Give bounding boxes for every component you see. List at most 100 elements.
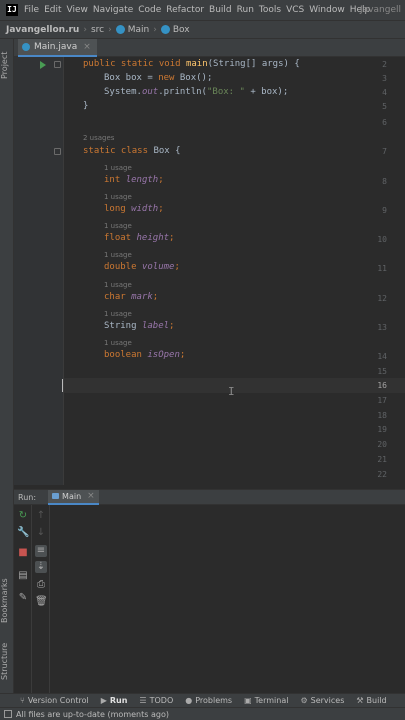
window-title: Javangell	[360, 5, 401, 15]
problems-button[interactable]: ● Problems	[185, 696, 232, 705]
code-line-box-new: Box box = new Box();	[104, 73, 213, 83]
line-number: 10	[377, 235, 387, 244]
text-caret	[62, 379, 63, 392]
run-button[interactable]: ▶ Run	[101, 696, 128, 705]
breadcrumb-separator: ›	[83, 24, 87, 35]
mouse-ibeam-cursor-icon: I	[228, 385, 235, 398]
code-editor[interactable]: 2 3 4 5 6 7 8 9 10 11 12 13 14 15 16 17 …	[14, 57, 405, 485]
fold-icon[interactable]	[54, 148, 61, 155]
stop-icon[interactable]: ■	[17, 547, 29, 559]
menu-window[interactable]: Window	[309, 5, 345, 15]
menu-vcs[interactable]: VCS	[286, 5, 304, 15]
line-number: 16	[377, 381, 387, 390]
rerun-icon[interactable]: ↻	[17, 510, 29, 522]
code-line-field-isopen: boolean isOpen;	[104, 350, 186, 360]
services-label: Services	[310, 696, 345, 705]
usages-hint[interactable]: 1 usage	[104, 310, 132, 318]
code-line-close-main: }	[83, 101, 89, 111]
menu-bar: IJ File Edit View Navigate Code Refactor…	[0, 0, 405, 20]
editor-gutter[interactable]	[14, 57, 64, 485]
tab-main-java[interactable]: Main.java ×	[18, 39, 97, 57]
menu-run[interactable]: Run	[237, 5, 254, 15]
line-number: 21	[377, 455, 387, 464]
line-number: 15	[377, 367, 387, 376]
editor-tabs: Main.java ×	[14, 39, 405, 57]
line-number: 19	[377, 425, 387, 434]
build-label: Build	[366, 696, 387, 705]
close-icon[interactable]: ×	[87, 491, 95, 501]
print-icon[interactable]: ⎙	[35, 579, 47, 591]
down-arrow-icon[interactable]: ↓	[35, 527, 47, 539]
trash-icon[interactable]: 🗑	[35, 596, 48, 608]
branch-icon: ⑂	[20, 696, 25, 705]
breadcrumb-project[interactable]: Javangellon.ru	[6, 25, 79, 35]
usages-hint[interactable]: 1 usage	[104, 251, 132, 259]
terminal-icon: ▣	[244, 696, 252, 705]
breadcrumb-main[interactable]: Main	[115, 25, 149, 35]
up-arrow-icon[interactable]: ↑	[35, 510, 47, 522]
run-toolbar-secondary: ↑ ↓ ≡ ⇣ ⎙ 🗑	[32, 505, 50, 693]
run-gutter-icon[interactable]	[40, 61, 46, 69]
bookmarks-tool-tab[interactable]: Bookmarks	[0, 575, 14, 627]
fold-icon[interactable]	[54, 61, 61, 68]
status-bar: All files are up-to-date (moments ago)	[0, 707, 405, 720]
code-line-field-width: long width;	[104, 204, 164, 214]
tool-window-bar: ⑂ Version Control ▶ Run ☰ TODO ● Problems ▣ T…	[0, 693, 405, 707]
code-line-println: System.out.println("Box: " + box);	[104, 87, 289, 97]
menu-tools[interactable]: Tools	[259, 5, 281, 15]
usages-hint[interactable]: 1 usage	[104, 281, 132, 289]
code-line-field-height: float height;	[104, 233, 175, 243]
version-control-button[interactable]: ⑂ Version Control	[20, 696, 89, 705]
menu-refactor[interactable]: Refactor	[166, 5, 204, 15]
usages-hint[interactable]: 1 usage	[104, 339, 132, 347]
code-line-field-label: String label;	[104, 321, 175, 331]
menu-code[interactable]: Code	[138, 5, 161, 15]
menu-build[interactable]: Build	[209, 5, 232, 15]
usages-hint[interactable]: 1 usage	[104, 222, 132, 230]
project-tool-tab[interactable]: Project	[0, 43, 14, 87]
soft-wrap-icon[interactable]: ≡	[35, 545, 47, 557]
run-tab-main[interactable]: Main ×	[48, 489, 99, 505]
close-icon[interactable]: ×	[83, 42, 91, 52]
breadcrumb-src[interactable]: src	[91, 25, 104, 35]
line-number: 20	[377, 440, 387, 449]
scroll-to-end-icon[interactable]: ⇣	[35, 561, 47, 573]
layout-icon[interactable]: ▤	[17, 570, 29, 582]
services-button[interactable]: ⚙ Services	[300, 696, 344, 705]
line-number: 14	[377, 352, 387, 361]
usages-hint[interactable]: 1 usage	[104, 193, 132, 201]
version-control-label: Version Control	[27, 696, 89, 705]
menu-file[interactable]: File	[24, 5, 39, 15]
line-number: 12	[377, 294, 387, 303]
pin-icon[interactable]: ✎	[17, 592, 29, 604]
intellij-logo-icon[interactable]: IJ	[6, 4, 18, 16]
breadcrumb-box[interactable]: Box	[160, 25, 190, 35]
problems-icon: ●	[185, 696, 193, 705]
line-number: 22	[377, 470, 387, 479]
line-number: 17	[377, 396, 387, 405]
run-tab-label: Main	[62, 491, 82, 501]
terminal-label: Terminal	[254, 696, 289, 705]
java-class-icon	[22, 43, 30, 51]
structure-tool-tab[interactable]: Structure	[0, 637, 14, 685]
code-line-field-length: int length;	[104, 175, 164, 185]
run-label: Run	[109, 696, 128, 705]
breadcrumb-separator: ›	[108, 24, 112, 35]
usages-hint[interactable]: 1 usage	[104, 164, 132, 172]
build-button[interactable]: ⚒ Build	[356, 696, 386, 705]
breadcrumb-separator: ›	[153, 24, 157, 35]
todo-button[interactable]: ☰ TODO	[139, 696, 173, 705]
code-line-field-volume: double volume;	[104, 262, 180, 272]
menu-view[interactable]: View	[67, 5, 88, 15]
run-console[interactable]: ↻ 🔧 ■ ▤ ✎ ↑ ↓ ≡ ⇣ ⎙ 🗑	[14, 505, 405, 693]
wrench-icon[interactable]: 🔧	[17, 527, 29, 539]
hammer-icon: ⚒	[356, 696, 364, 705]
terminal-button[interactable]: ▣ Terminal	[244, 696, 288, 705]
menu-edit[interactable]: Edit	[44, 5, 61, 15]
line-number: 11	[377, 264, 387, 273]
line-number: 9	[382, 206, 387, 215]
menu-navigate[interactable]: Navigate	[93, 5, 133, 15]
status-window-icon[interactable]	[4, 710, 12, 718]
line-number: 8	[382, 177, 387, 186]
usages-hint[interactable]: 2 usages	[83, 134, 114, 142]
